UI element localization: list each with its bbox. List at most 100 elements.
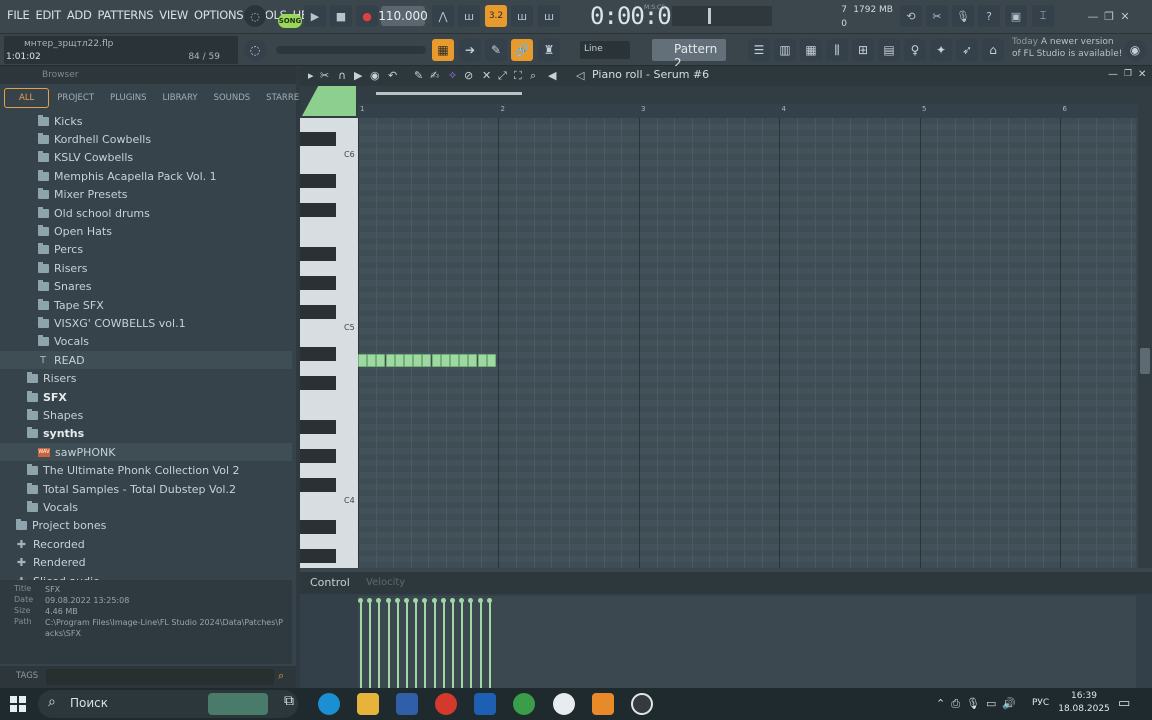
note[interactable]: [394, 354, 404, 367]
tree-item[interactable]: Vocals: [0, 333, 292, 351]
pitch-slider[interactable]: [276, 46, 426, 54]
velocity-handle[interactable]: [413, 598, 419, 603]
tree-item[interactable]: VISXG' COWBELLS vol.1: [0, 314, 292, 332]
black-key[interactable]: [300, 376, 336, 390]
plugin-icon[interactable]: ⌶: [1032, 5, 1054, 27]
pr-brush-icon[interactable]: ✧: [448, 69, 457, 82]
note[interactable]: [431, 354, 441, 367]
velocity-handle[interactable]: [486, 598, 492, 603]
tree-item[interactable]: Total Samples - Total Dubstep Vol.2: [0, 480, 292, 498]
velocity-handle[interactable]: [376, 598, 382, 603]
tree-item[interactable]: Kordhell Cowbells: [0, 130, 292, 148]
pr-record-icon[interactable]: ◉: [370, 69, 380, 82]
help-icon[interactable]: ?: [978, 5, 1000, 27]
pr-menu-arrow-icon[interactable]: ▸: [308, 69, 314, 82]
velocity-bar[interactable]: [488, 600, 491, 688]
taskbar-widget-image[interactable]: [208, 693, 268, 715]
velocity-bar[interactable]: [369, 600, 372, 688]
pr-delete-icon[interactable]: ⊘: [464, 69, 473, 82]
menu-edit[interactable]: EDIT: [32, 8, 63, 22]
yandex-browser-icon[interactable]: [435, 693, 457, 715]
edge-browser-icon[interactable]: [318, 693, 340, 715]
cut-icon[interactable]: ✂: [926, 5, 948, 27]
tab-sounds[interactable]: SOUNDS: [206, 93, 259, 103]
pr-restore-icon[interactable]: ❐: [1124, 69, 1132, 79]
tree-item[interactable]: WAV sawPHONK: [0, 443, 292, 462]
tree-item[interactable]: Memphis Acapella Pack Vol. 1: [0, 167, 292, 185]
black-key[interactable]: [300, 132, 336, 146]
fl-studio-task-icon[interactable]: [592, 693, 614, 715]
tree-item[interactable]: Project bones: [0, 517, 292, 535]
control-target[interactable]: Velocity: [366, 577, 405, 588]
tools-icon[interactable]: ✦: [930, 39, 952, 61]
task-view-icon[interactable]: ⧉: [278, 693, 300, 715]
menu-options[interactable]: OPTIONS: [191, 8, 246, 22]
velocity-bar[interactable]: [396, 600, 399, 688]
tree-item[interactable]: ✚ Recorded: [0, 535, 292, 553]
pr-audition-icon[interactable]: ◁: [576, 69, 584, 82]
stop-button[interactable]: ■: [330, 5, 352, 27]
tab-plugins[interactable]: PLUGINS: [102, 93, 155, 103]
black-key[interactable]: [300, 203, 336, 217]
black-key[interactable]: [300, 247, 336, 261]
note[interactable]: [450, 354, 459, 367]
search-icon[interactable]: ⌕: [278, 669, 284, 683]
menu-file[interactable]: FILE: [4, 8, 32, 22]
velocity-bar[interactable]: [387, 600, 390, 688]
notification-icon[interactable]: ▭: [1118, 696, 1130, 711]
tree-item[interactable]: Shapes: [0, 406, 292, 424]
note[interactable]: [376, 354, 386, 367]
master-volume-knob-icon[interactable]: ◌: [244, 5, 266, 27]
tree-item[interactable]: Percs: [0, 241, 292, 259]
undo-icon[interactable]: ⟲: [900, 5, 922, 27]
export-icon[interactable]: ➶: [956, 39, 978, 61]
tree-item[interactable]: SFX: [0, 388, 292, 406]
velocity-bar[interactable]: [461, 600, 464, 688]
countdown-toggle[interactable]: 3.2: [485, 5, 507, 27]
tree-item[interactable]: synths: [0, 425, 292, 443]
mixer-icon[interactable]: ⫼: [826, 39, 848, 61]
playlist-icon[interactable]: ☰: [748, 39, 770, 61]
blend-notes-icon[interactable]: ш: [511, 5, 533, 27]
tree-item[interactable]: Mixer Presets: [0, 186, 292, 204]
black-key[interactable]: [300, 276, 336, 290]
play-button[interactable]: ▶: [304, 5, 326, 27]
plugin-picker-icon[interactable]: ♀: [904, 39, 926, 61]
note[interactable]: [404, 354, 413, 367]
tab-library[interactable]: LIBRARY: [155, 93, 206, 103]
pr-paint-icon[interactable]: ✍: [430, 69, 439, 82]
link-icon[interactable]: 🔗: [511, 39, 533, 61]
pr-magnet-icon[interactable]: ∩: [338, 69, 346, 82]
windows-start-icon[interactable]: [10, 696, 26, 712]
note[interactable]: [440, 354, 450, 367]
velocity-handle[interactable]: [468, 598, 474, 603]
tree-item[interactable]: ✚Sliced audio: [0, 572, 292, 581]
pr-mute-icon[interactable]: ✕: [482, 69, 491, 82]
store-icon[interactable]: ⌂: [982, 39, 1004, 61]
menu-add[interactable]: ADD: [64, 8, 95, 22]
note-grid[interactable]: [358, 118, 1136, 568]
song-mode-toggle[interactable]: SONG: [278, 14, 302, 28]
note[interactable]: [385, 354, 395, 367]
velocity-lane[interactable]: [358, 596, 1136, 688]
black-key[interactable]: [300, 174, 336, 188]
playlist-toggle-icon[interactable]: ▦: [432, 39, 454, 61]
pr-undo-icon[interactable]: ↶: [388, 69, 397, 82]
store-app-icon[interactable]: [396, 693, 418, 715]
taskbar-clock[interactable]: 16:39 18.08.2025: [1056, 690, 1112, 716]
metronome-icon[interactable]: ⋀: [432, 5, 454, 27]
menu-patterns[interactable]: PATTERNS: [95, 8, 157, 22]
snap-mode-select[interactable]: Line: [580, 41, 630, 59]
tree-item[interactable]: Risers: [0, 259, 292, 277]
black-key[interactable]: [300, 549, 336, 563]
note[interactable]: [459, 354, 469, 367]
piano-roll-icon[interactable]: ▥: [774, 39, 796, 61]
velocity-bar[interactable]: [442, 600, 445, 688]
time-display[interactable]: 0:00:00: [590, 2, 685, 30]
piano-keyboard[interactable]: C6 C5 C4: [300, 118, 358, 568]
velocity-handle[interactable]: [477, 598, 483, 603]
tags-field[interactable]: [46, 669, 274, 685]
black-key[interactable]: [300, 478, 336, 492]
velocity-bar[interactable]: [378, 600, 381, 688]
tree-item[interactable]: Vocals: [0, 498, 292, 516]
